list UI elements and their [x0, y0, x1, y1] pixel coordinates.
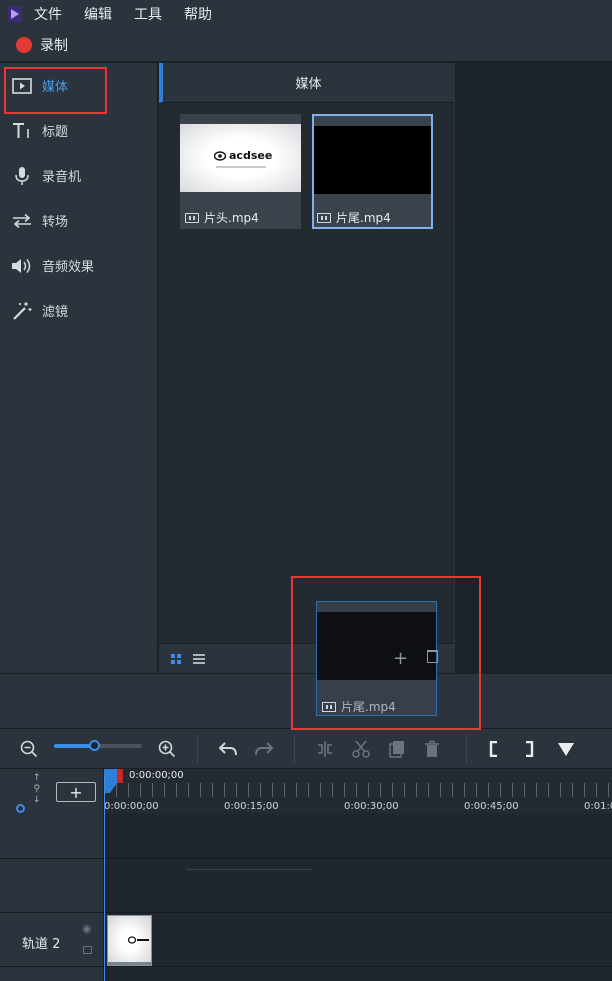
- track-header: [0, 967, 104, 981]
- timeline-ruler[interactable]: ↑ ⚲ ↓ + 0:00:00;00 0:00:00;00 0:00:15;00 0…: [0, 768, 612, 814]
- film-icon: [322, 701, 336, 712]
- track-header: 轨道 2 ◉: [0, 913, 104, 966]
- track-label: 轨道 2: [22, 937, 61, 952]
- record-bar: 录制: [0, 28, 612, 62]
- cut-icon[interactable]: [350, 729, 372, 769]
- marker-icon[interactable]: [555, 729, 577, 769]
- sidebar-item-label: 转场: [42, 215, 69, 230]
- timeline-track[interactable]: 轨道 2 ◉: [0, 913, 612, 967]
- sidebar-item-label: 音频效果: [42, 260, 95, 275]
- ruler-label: 0:00:30;00: [344, 801, 399, 812]
- volume-icon: [11, 255, 33, 277]
- media-panel-title: 媒体: [159, 63, 454, 103]
- media-item-intro[interactable]: acdsee 片头.mp4: [180, 114, 301, 229]
- zoom-out-icon[interactable]: [18, 729, 40, 769]
- eye-icon[interactable]: ◉: [82, 922, 92, 935]
- playhead-handle[interactable]: [104, 769, 124, 795]
- mark-in-icon[interactable]: [485, 729, 503, 769]
- zoom-in-icon[interactable]: [156, 729, 178, 769]
- split-icon[interactable]: [314, 729, 336, 769]
- copy-icon[interactable]: [386, 729, 408, 769]
- preview-area: [454, 63, 612, 673]
- transition-icon: [11, 210, 33, 232]
- sidebar-item-media[interactable]: 媒体: [0, 63, 157, 108]
- trash-icon[interactable]: [427, 650, 438, 663]
- ruler-label: 0:00:45;00: [464, 801, 519, 812]
- media-thumbnail: [314, 126, 431, 194]
- sidebar-item-label: 滤镜: [42, 305, 69, 320]
- sidebar-item-filters[interactable]: 滤镜: [0, 288, 157, 333]
- ruler-ticks: [104, 783, 612, 797]
- playhead-line: [104, 774, 105, 981]
- timeline-track[interactable]: [0, 967, 612, 981]
- media-panel: 媒体 acdsee 片头.mp4 片尾.mp4: [159, 63, 454, 673]
- sidebar-item-label: 媒体: [42, 80, 69, 95]
- sidebar-item-recorder[interactable]: 录音机: [0, 153, 157, 198]
- media-item-name: 片头.mp4: [204, 211, 259, 225]
- film-icon: [317, 212, 331, 223]
- track-header: [0, 813, 104, 858]
- media-item-name: 片尾.mp4: [336, 211, 391, 225]
- mark-out-icon[interactable]: [520, 729, 538, 769]
- ruler-label: 0:00:15;00: [224, 801, 279, 812]
- sidebar-item-label: 标题: [42, 125, 69, 140]
- media-thumbnail: [317, 612, 436, 680]
- film-icon: [185, 212, 199, 223]
- timeline-track[interactable]: [0, 813, 612, 859]
- ruler-label: 0:01:0: [584, 801, 612, 812]
- drag-preview-item: 片尾.mp4: [316, 601, 437, 716]
- acdsee-logo: [128, 936, 149, 944]
- media-thumbnail: acdsee: [180, 124, 301, 192]
- snap-icon[interactable]: [16, 804, 25, 813]
- zoom-slider[interactable]: [54, 740, 142, 751]
- lock-icon[interactable]: [83, 946, 92, 954]
- record-icon[interactable]: [16, 36, 32, 53]
- zoom-slider-handle[interactable]: [89, 740, 100, 751]
- track-header: [0, 859, 104, 912]
- list-view-icon[interactable]: [193, 653, 205, 664]
- menu-tools[interactable]: 工具: [134, 4, 162, 24]
- app-logo-icon: [0, 0, 30, 28]
- menu-bar: 文件 编辑 工具 帮助: [0, 0, 612, 28]
- add-track-button[interactable]: +: [56, 782, 96, 802]
- title-icon: [11, 120, 33, 142]
- track-header-controls: ↑ ⚲ ↓ +: [0, 769, 104, 814]
- sidebar-item-transition[interactable]: 转场: [0, 198, 157, 243]
- timeline-track[interactable]: [0, 859, 612, 913]
- acdsee-logo: acdsee: [214, 149, 272, 162]
- undo-icon[interactable]: [216, 729, 240, 769]
- record-button[interactable]: 录制: [40, 35, 68, 55]
- play-icon: [11, 75, 33, 97]
- sidebar: 媒体 标题 录音机 转场 音频效果 滤镜: [0, 63, 158, 673]
- delete-icon[interactable]: [421, 729, 443, 769]
- ruler-label: 0:00:00;00: [104, 801, 159, 812]
- media-item-outro[interactable]: 片尾.mp4: [312, 114, 433, 229]
- sidebar-item-audio-effects[interactable]: 音频效果: [0, 243, 157, 288]
- magic-wand-icon: [11, 300, 33, 322]
- redo-icon[interactable]: [252, 729, 276, 769]
- menu-help[interactable]: 帮助: [184, 4, 212, 24]
- track-height-icon[interactable]: ↑ ⚲ ↓: [33, 773, 41, 806]
- drag-item-name: 片尾.mp4: [341, 700, 396, 714]
- menu-file[interactable]: 文件: [34, 4, 62, 24]
- microphone-icon: [11, 165, 33, 187]
- add-to-timeline-icon[interactable]: +: [393, 648, 408, 669]
- grid-view-icon[interactable]: [171, 653, 181, 664]
- menu-edit[interactable]: 编辑: [84, 4, 112, 24]
- zoom-slider-fill: [54, 744, 94, 748]
- sidebar-item-title[interactable]: 标题: [0, 108, 157, 153]
- timeline-clip[interactable]: [107, 915, 152, 966]
- playhead-time: 0:00:00;00: [129, 770, 184, 781]
- sidebar-item-label: 录音机: [42, 170, 82, 185]
- preview-controls-bar: [0, 673, 612, 728]
